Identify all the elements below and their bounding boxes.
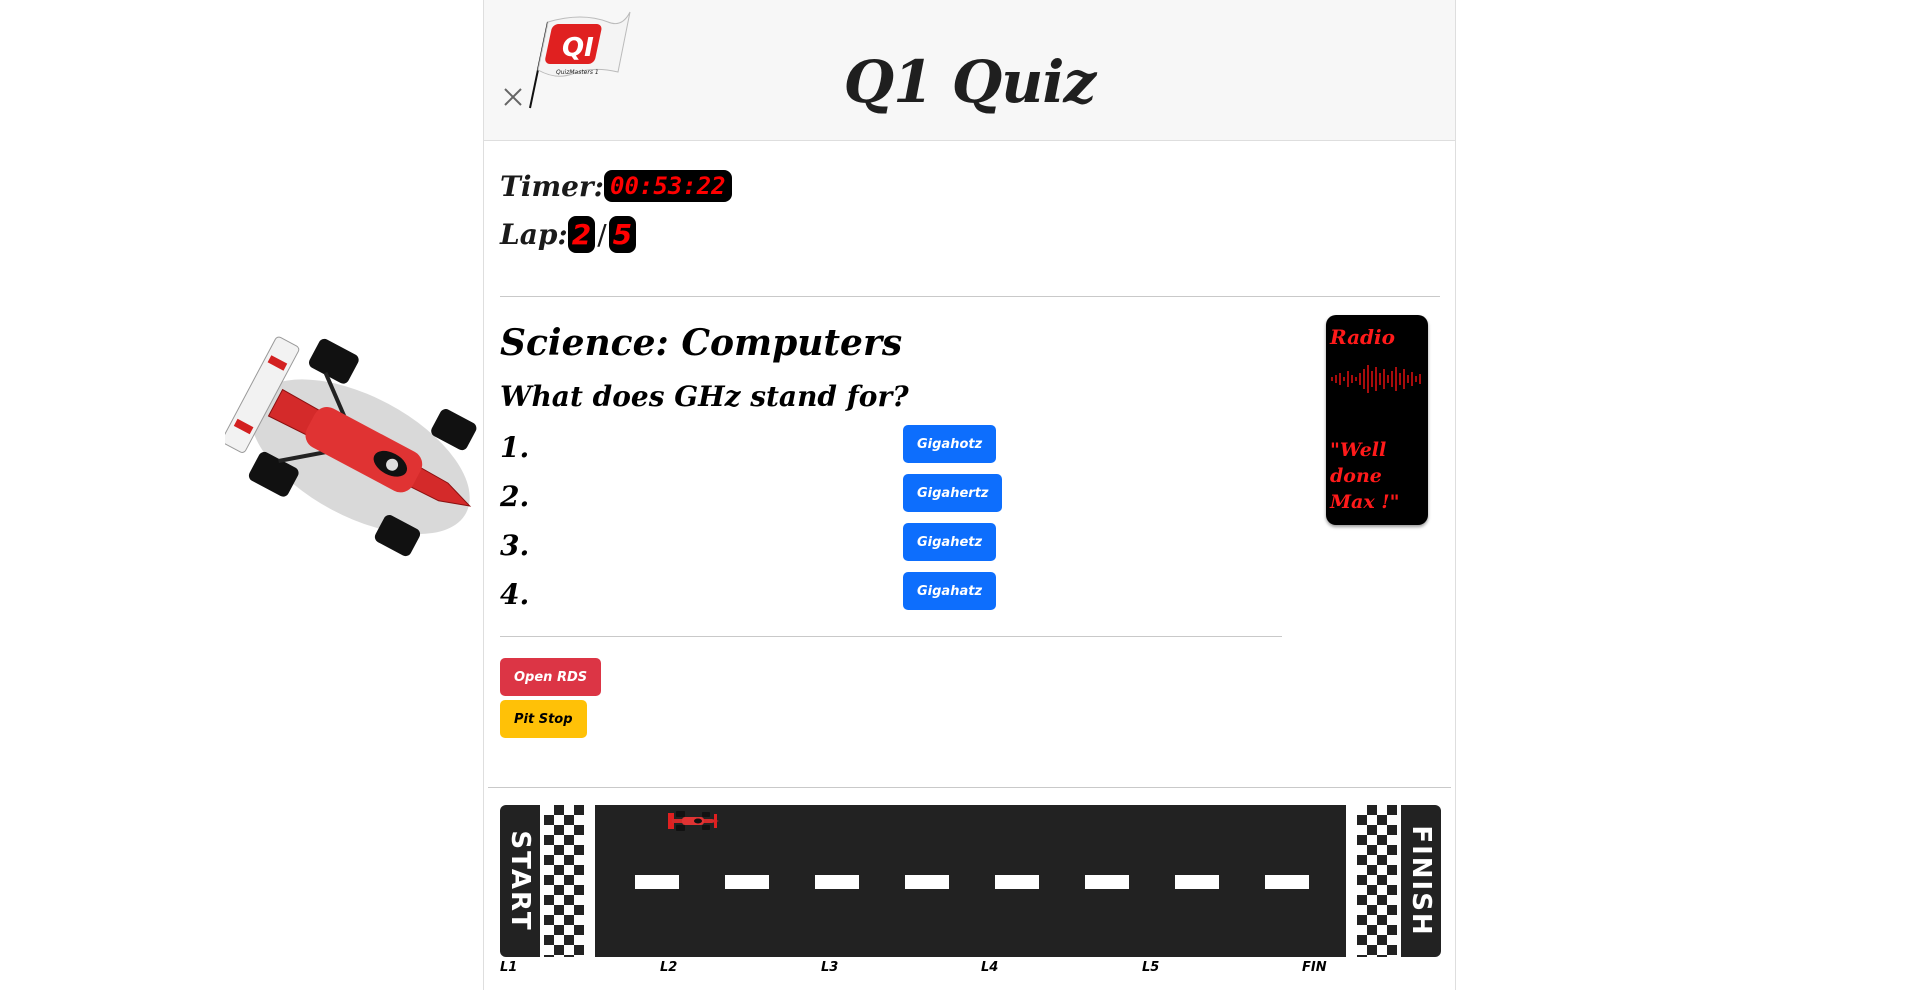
divider	[488, 787, 1451, 788]
start-checkered-flag	[544, 805, 584, 957]
race-track: START FINISH	[500, 805, 1441, 957]
timer-row: Timer: 00:53:22	[500, 162, 732, 210]
timer-label: Timer:	[500, 169, 605, 203]
answer-number: 4.	[500, 578, 530, 611]
radio-title: Radio	[1330, 325, 1395, 349]
answer-row: 2. Gigahertz	[500, 474, 1003, 523]
lap-marker: L1	[500, 960, 518, 975]
start-label: START	[505, 830, 535, 932]
lane-dash	[1175, 875, 1219, 889]
player-car-icon	[668, 811, 719, 831]
answer-row: 1. Gigahotz	[500, 425, 1000, 474]
answer-button-4[interactable]: Gigahatz	[903, 572, 997, 610]
lap-marker: L2	[660, 960, 678, 975]
answer-button-1[interactable]: Gigahotz	[903, 425, 997, 463]
finish-label: FINISH	[1406, 825, 1436, 937]
lap-row: Lap: 2 / 5	[500, 210, 732, 258]
page-title: Q1 Quiz	[843, 48, 1097, 116]
answer-row: 4. Gigahatz	[500, 572, 1000, 621]
answer-number: 1.	[500, 431, 530, 464]
lap-label: Lap:	[500, 217, 568, 251]
lane-dash	[635, 875, 679, 889]
lap-current: 2	[567, 215, 596, 253]
race-car-illustration	[225, 336, 477, 557]
answer-number: 2.	[500, 480, 530, 513]
lap-total: 5	[608, 215, 637, 253]
divider	[500, 296, 1440, 297]
question-category: Science: Computers	[500, 322, 903, 364]
question-text: What does GHz stand for?	[500, 380, 909, 413]
lap-marker: FIN	[1302, 960, 1327, 975]
lap-marker: L4	[981, 960, 999, 975]
lane-dash	[995, 875, 1039, 889]
answer-list: 1. Gigahotz 2. Gigahertz 3. Gigahetz 4. …	[500, 425, 1003, 621]
timer-display: 00:53:22	[604, 170, 732, 202]
lane-dash	[1085, 875, 1129, 889]
answer-button-2[interactable]: Gigahertz	[903, 474, 1003, 512]
lap-marker: L5	[1142, 960, 1160, 975]
lap-separator: /	[597, 217, 607, 251]
finish-banner: FINISH	[1401, 805, 1441, 957]
radio-message: "Well done Max !"	[1330, 439, 1400, 513]
answer-row: 3. Gigahetz	[500, 523, 1000, 572]
race-stats: Timer: 00:53:22 Lap: 2 / 5	[500, 162, 732, 258]
answer-number: 3.	[500, 529, 530, 562]
lane-dash	[1265, 875, 1309, 889]
finish-checkered-flag	[1357, 805, 1397, 957]
divider	[500, 636, 1282, 637]
audio-wave-icon	[1331, 365, 1421, 393]
panel-header: QI QuizMasters 1 Q1 Quiz	[484, 0, 1455, 141]
start-banner: START	[500, 805, 540, 957]
lane-dash	[725, 875, 769, 889]
quiz-panel: QI QuizMasters 1 Q1 Quiz Timer: 00:53:22…	[483, 0, 1456, 990]
open-rds-button[interactable]: Open RDS	[500, 658, 602, 696]
lane-dash	[905, 875, 949, 889]
lane-dash	[815, 875, 859, 889]
pit-stop-button[interactable]: Pit Stop	[500, 700, 587, 738]
lap-marker: L3	[821, 960, 839, 975]
team-radio: Radio "Well done Max !"	[1326, 315, 1428, 525]
answer-button-3[interactable]: Gigahetz	[903, 523, 997, 561]
lap-markers: L1 L2 L3 L4 L5 FIN	[500, 960, 1441, 976]
